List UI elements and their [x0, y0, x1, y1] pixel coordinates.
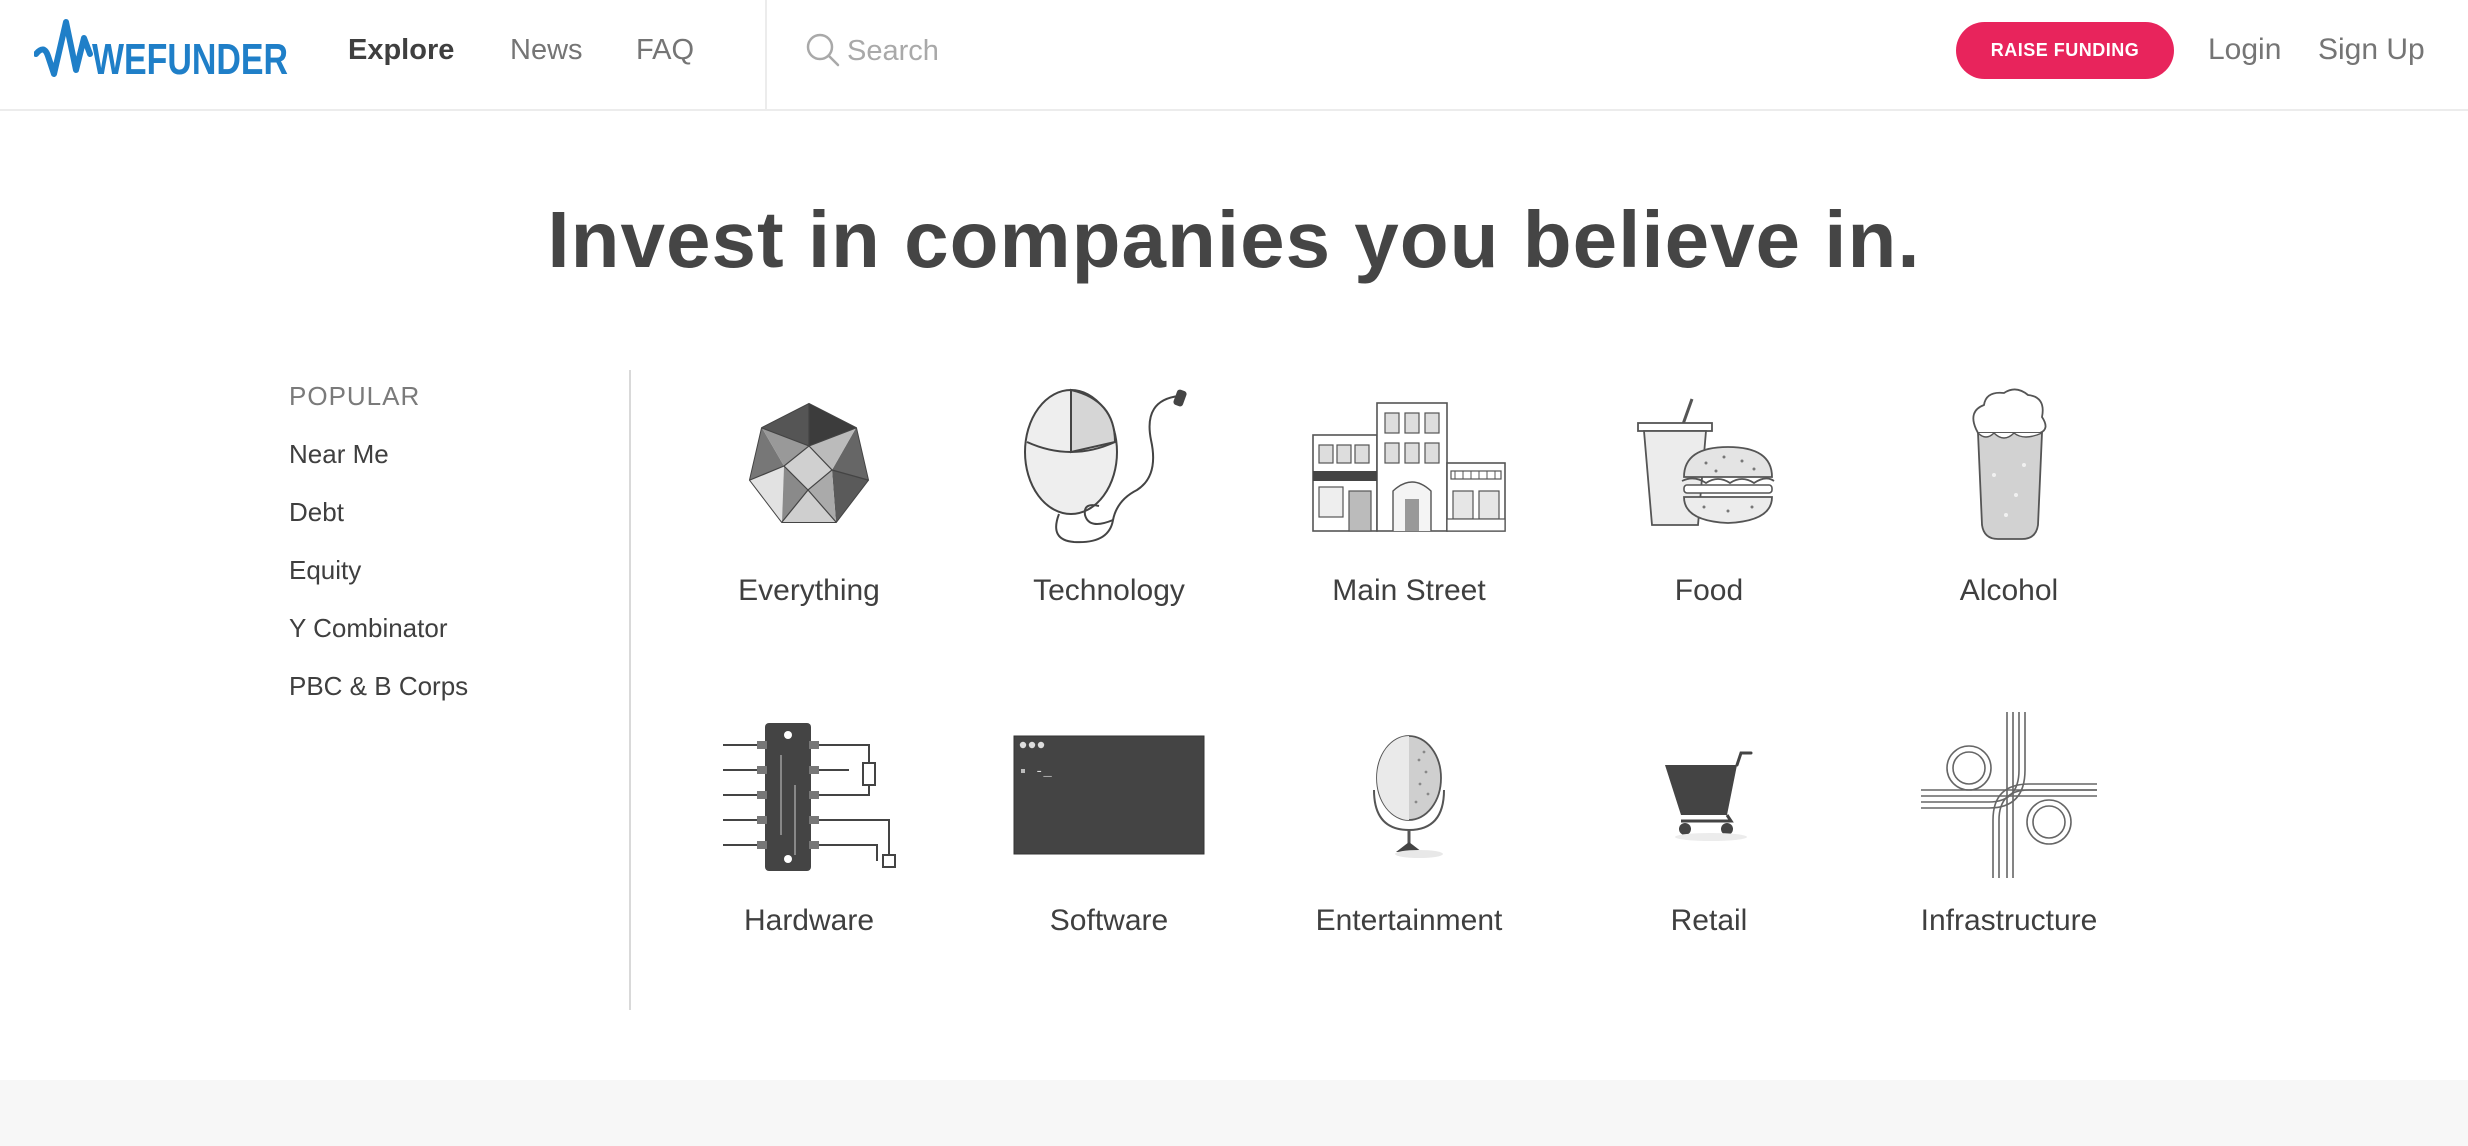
- category-infrastructure[interactable]: Infrastructure: [1884, 705, 2134, 985]
- top-navbar: WEFUNDER Explore News FAQ RAISE FUNDING …: [0, 0, 2468, 111]
- category-label: Infrastructure: [1920, 904, 2098, 937]
- category-everything[interactable]: Everything: [684, 375, 934, 655]
- raise-funding-button[interactable]: RAISE FUNDING: [1956, 22, 2174, 79]
- sidebar-heading: POPULAR: [289, 381, 421, 411]
- category-label: Hardware: [743, 904, 875, 937]
- burger-drink-icon: [1584, 375, 1834, 555]
- beer-glass-icon: [1884, 375, 2134, 555]
- microphone-icon: [1284, 705, 1534, 885]
- category-label: Alcohol: [1959, 574, 2059, 607]
- search-icon: [805, 32, 841, 68]
- nav-faq[interactable]: FAQ: [636, 28, 694, 72]
- sidebar-divider: [629, 370, 631, 1010]
- category-technology[interactable]: Technology: [984, 375, 1234, 655]
- category-label: Technology: [1033, 574, 1185, 607]
- sidebar-item-equity[interactable]: Equity: [289, 550, 589, 590]
- header-divider: [765, 0, 767, 111]
- sidebar-item-y-combinator[interactable]: Y Combinator: [289, 608, 589, 648]
- signup-link[interactable]: Sign Up: [2318, 28, 2425, 72]
- category-alcohol[interactable]: Alcohol: [1884, 375, 2134, 655]
- sidebar-item-near-me[interactable]: Near Me: [289, 434, 589, 474]
- category-food[interactable]: Food: [1584, 375, 1834, 655]
- circuit-board-icon: [684, 705, 934, 885]
- wefunder-logo-mark: WEFUNDER: [34, 19, 288, 84]
- category-main-street[interactable]: Main Street: [1284, 375, 1534, 655]
- wefunder-logo[interactable]: WEFUNDER: [34, 10, 292, 90]
- login-link[interactable]: Login: [2208, 28, 2281, 72]
- logo-text: WEFUNDER: [92, 35, 288, 84]
- category-label: Food: [1674, 574, 1744, 607]
- hero-title: Invest in companies you believe in.: [547, 195, 1921, 284]
- category-label: Entertainment: [1315, 904, 1503, 937]
- category-label: Retail: [1670, 904, 1748, 937]
- category-software[interactable]: -_ Software: [984, 705, 1234, 985]
- footer-band: [0, 1080, 2468, 1146]
- highway-interchange-icon: [1884, 705, 2134, 885]
- category-label: Everything: [738, 574, 880, 607]
- search-input[interactable]: [847, 30, 1487, 72]
- computer-mouse-icon: [984, 375, 1234, 555]
- category-hardware[interactable]: Hardware: [684, 705, 934, 985]
- sidebar-item-debt[interactable]: Debt: [289, 492, 589, 532]
- shopping-cart-icon: [1584, 705, 1834, 885]
- search-bar: [805, 30, 1505, 72]
- storefront-icon: [1284, 375, 1534, 555]
- polyhedron-icon: [684, 375, 934, 555]
- category-label: Software: [1049, 904, 1169, 937]
- sidebar-item-pbc-b-corps[interactable]: PBC & B Corps: [289, 666, 589, 706]
- popular-sidebar: POPULAR Near Me Debt Equity Y Combinator…: [289, 376, 589, 706]
- nav-explore[interactable]: Explore: [348, 28, 454, 72]
- category-retail[interactable]: Retail: [1584, 705, 1834, 985]
- category-label: Main Street: [1332, 574, 1486, 607]
- svg-text:-_: -_: [1035, 764, 1052, 780]
- nav-news[interactable]: News: [510, 28, 583, 72]
- category-entertainment[interactable]: Entertainment: [1284, 705, 1534, 985]
- terminal-window-icon: -_: [984, 705, 1234, 885]
